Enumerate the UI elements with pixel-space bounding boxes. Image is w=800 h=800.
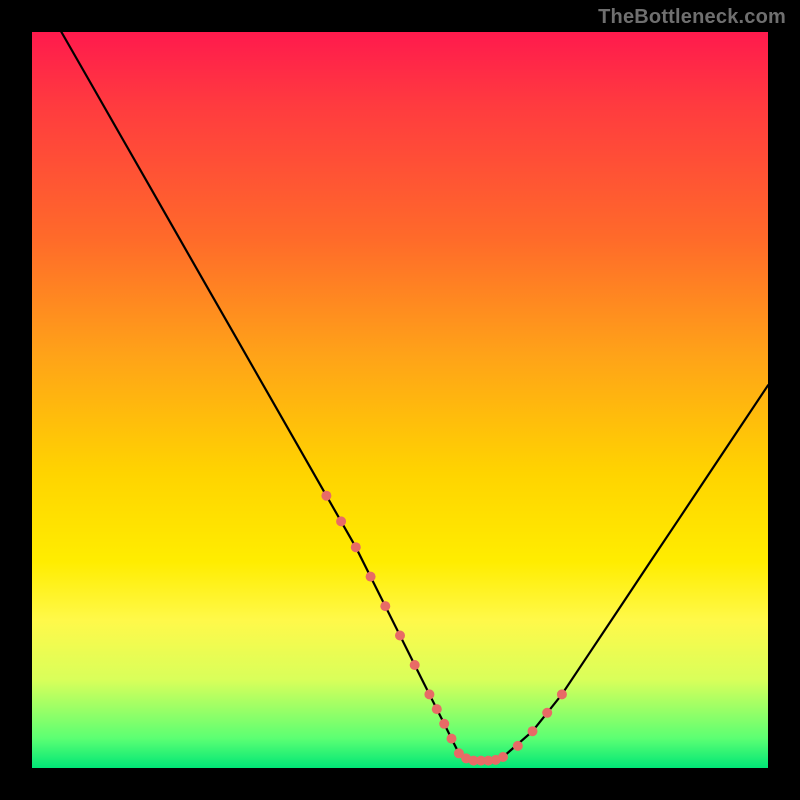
marker-dot [410,660,420,670]
marker-dot [528,726,538,736]
marker-dot [321,491,331,501]
marker-dot [336,516,346,526]
marker-dot [447,734,457,744]
marker-dot [395,631,405,641]
marker-dot [513,741,523,751]
marker-dot [351,542,361,552]
marker-dot [432,704,442,714]
marker-dot [424,689,434,699]
chart-plot-area [32,32,768,768]
marker-dot [498,752,508,762]
highlight-markers [321,491,567,766]
marker-dot [380,601,390,611]
outer-frame: TheBottleneck.com [0,0,800,800]
marker-dot [439,719,449,729]
marker-dot [557,689,567,699]
watermark-text: TheBottleneck.com [598,6,786,29]
marker-dot [542,708,552,718]
bottleneck-curve [61,32,768,761]
marker-dot [366,572,376,582]
chart-svg [32,32,768,768]
